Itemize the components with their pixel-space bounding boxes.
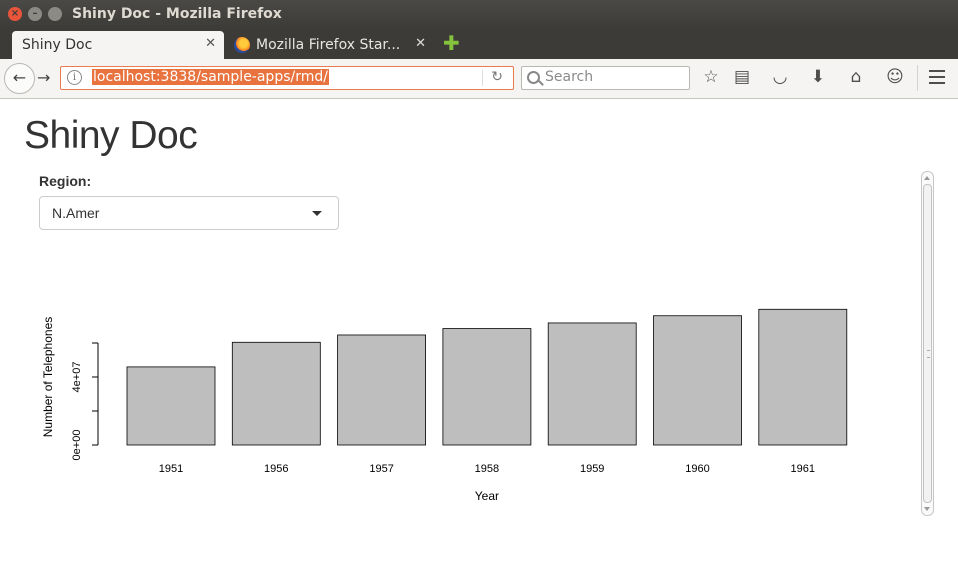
search-placeholder: Search (545, 69, 594, 85)
back-arrow-icon[interactable]: ← (4, 63, 35, 94)
url-separator (482, 70, 483, 86)
x-tick-label: 1958 (475, 463, 499, 475)
site-info-icon[interactable]: i (67, 70, 82, 85)
reload-icon[interactable]: ↻ (491, 69, 503, 85)
tab-label: Shiny Doc (22, 37, 93, 53)
x-tick-label: 1951 (159, 463, 183, 475)
window-maximize-button[interactable] (48, 7, 62, 21)
bar-1951 (126, 366, 216, 446)
window-close-button[interactable]: × (8, 7, 22, 21)
bar-1960 (653, 315, 742, 446)
tab-strip: Shiny Doc ✕ Mozilla Firefox Star... ✕ ✚ (0, 29, 958, 59)
region-label: Region: (39, 173, 92, 189)
url-bar[interactable]: i localhost:3838/sample-apps/rmd/ ↻ (60, 66, 514, 90)
menu-hamburger-icon[interactable] (929, 70, 945, 84)
window-title: Shiny Doc - Mozilla Firefox (72, 6, 282, 22)
bookmark-star-icon[interactable]: ☆ (701, 67, 721, 87)
x-axis-label: Year (475, 489, 499, 503)
y-tick-label: 0e+00 (71, 430, 83, 461)
tab-close-icon[interactable]: ✕ (415, 36, 426, 51)
scrollbar-thumb[interactable] (923, 184, 932, 503)
url-text[interactable]: localhost:3838/sample-apps/rmd/ (92, 69, 329, 85)
hello-chat-icon[interactable]: ☺ (885, 67, 905, 87)
region-select[interactable]: N.Amer (39, 196, 339, 230)
search-input[interactable]: Search (521, 66, 690, 90)
tab-close-icon[interactable]: ✕ (205, 36, 216, 51)
region-select-value: N.Amer (52, 205, 100, 221)
tab-firefox-start[interactable]: Mozilla Firefox Star... ✕ (228, 31, 432, 59)
scroll-up-icon[interactable] (924, 176, 930, 180)
window-minimize-button[interactable]: – (28, 7, 42, 21)
forward-arrow-icon[interactable]: → (37, 68, 50, 87)
pocket-icon[interactable]: ◡ (770, 67, 790, 87)
bar-1961 (758, 308, 848, 446)
telephones-bar-chart: 0e+004e+07 1951 1956 1957 1958 1959 1960 1961 … (41, 308, 848, 503)
scroll-down-icon[interactable] (924, 507, 930, 511)
bars (126, 308, 848, 446)
home-icon[interactable]: ⌂ (846, 67, 866, 87)
y-axis-label: Number of Telephones (41, 317, 55, 438)
downloads-arrow-icon[interactable]: ⬇ (808, 67, 828, 87)
x-tick-labels: 1951 1956 1957 1958 1959 1960 1961 (159, 463, 815, 475)
firefox-icon (234, 37, 250, 53)
bar-1956 (231, 341, 321, 446)
vertical-scrollbar[interactable] (921, 171, 934, 516)
tab-shiny-doc[interactable]: Shiny Doc ✕ (12, 31, 224, 59)
search-icon (527, 71, 540, 84)
y-tick-label: 4e+07 (71, 362, 83, 393)
scroll-grip-icon (927, 350, 930, 358)
toolbar-separator (917, 65, 918, 91)
reading-list-icon[interactable]: ▤ (732, 67, 752, 87)
x-tick-label: 1957 (369, 463, 393, 475)
new-tab-plus-icon[interactable]: ✚ (443, 33, 460, 53)
navigation-toolbar: ← → i localhost:3838/sample-apps/rmd/ ↻ … (0, 59, 958, 99)
y-axis: 0e+00 4e+07 (71, 342, 99, 461)
tab-label: Mozilla Firefox Star... (256, 37, 401, 53)
bar-1957 (337, 334, 427, 446)
bar-1959 (547, 322, 637, 446)
page-title: Shiny Doc (24, 114, 198, 157)
window-titlebar: × – Shiny Doc - Mozilla Firefox (0, 0, 958, 29)
x-tick-label: 1959 (580, 463, 604, 475)
bar-1958 (442, 328, 532, 446)
x-tick-label: 1956 (264, 463, 288, 475)
x-tick-label: 1960 (685, 463, 709, 475)
chevron-down-icon (312, 211, 322, 216)
x-tick-label: 1961 (791, 463, 815, 475)
